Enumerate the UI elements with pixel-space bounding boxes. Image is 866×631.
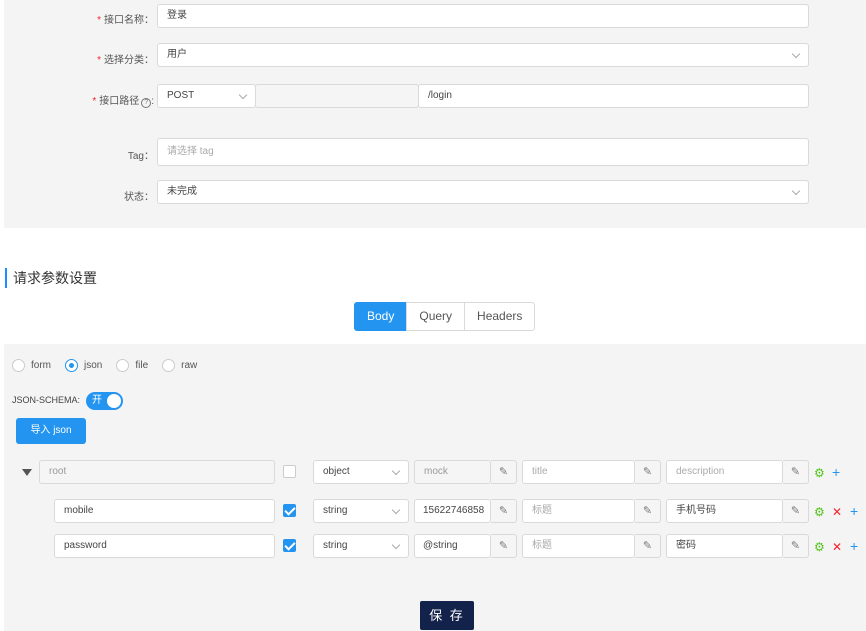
import-json-button[interactable]: 导入 json [16,418,86,444]
chevron-down-icon [791,49,801,59]
switch-knob [107,394,121,408]
title-input[interactable]: 标题 [522,534,635,558]
mock-input: mock [414,460,491,484]
radio-file[interactable] [116,359,130,372]
edit-icon[interactable]: ✎ [491,460,517,484]
radio-form[interactable] [12,359,25,372]
type-select[interactable]: object [313,460,409,484]
method-select[interactable]: POST [157,84,256,108]
tag-label: Tag： [127,151,154,162]
delete-icon[interactable]: ✕ [832,505,842,519]
edit-icon[interactable]: ✎ [635,460,661,484]
collapse-caret-icon[interactable] [22,469,32,476]
json-schema-switch[interactable]: 开 [86,392,123,410]
radio-json[interactable] [65,359,78,372]
mock-input[interactable]: @string [414,534,491,558]
tab-headers[interactable]: Headers [464,302,536,331]
radio-json-label: json [84,360,103,371]
radio-raw-label: raw [181,360,198,371]
edit-icon[interactable]: ✎ [783,534,809,558]
edit-icon[interactable]: ✎ [783,499,809,523]
edit-icon[interactable]: ✎ [635,534,661,558]
chevron-down-icon [391,505,401,515]
param-tabs: Body Query Headers [354,302,536,331]
json-schema-label: JSON-SCHEMA: [12,395,81,405]
field-name-input[interactable]: mobile [54,499,275,523]
category-label: * 选择分类： [97,55,154,66]
edit-icon[interactable]: ✎ [783,460,809,484]
add-icon[interactable]: + [850,504,858,518]
mock-input[interactable]: 15622746858 [414,499,491,523]
radio-form-label: form [31,360,51,371]
chevron-down-icon [791,186,801,196]
delete-icon[interactable]: ✕ [832,540,842,554]
required-checkbox[interactable] [283,539,296,552]
tag-select[interactable]: 请选择 tag [157,138,809,166]
question-circle-icon[interactable]: ? [141,98,152,108]
save-button[interactable]: 保 存 [420,601,474,630]
description-input[interactable]: 密码 [666,534,783,558]
field-name-input: root [39,460,275,484]
add-icon[interactable]: + [850,539,858,553]
edit-icon[interactable]: ✎ [491,534,517,558]
type-select[interactable]: string [313,499,409,523]
settings-icon[interactable]: ⚙ [814,466,825,480]
description-input[interactable]: 手机号码 [666,499,783,523]
title-input[interactable]: title [522,460,635,484]
edit-icon[interactable]: ✎ [635,499,661,523]
title-input[interactable]: 标题 [522,499,635,523]
chevron-down-icon [391,466,401,476]
required-checkbox[interactable] [283,504,296,517]
radio-file-label: file [135,360,149,371]
interface-name-input[interactable]: 登录 [157,4,809,28]
category-select[interactable]: 用户 [157,43,809,67]
add-icon[interactable]: + [832,465,840,479]
tab-body[interactable]: Body [354,302,408,331]
settings-icon[interactable]: ⚙ [814,540,825,554]
type-select[interactable]: string [313,534,409,558]
required-checkbox[interactable] [283,465,296,478]
edit-icon[interactable]: ✎ [491,499,517,523]
radio-raw[interactable] [162,359,176,372]
path-label: * 接口路径?: [92,96,154,108]
description-input[interactable]: description [666,460,783,484]
path-input[interactable]: /login [418,84,809,108]
body-type-radio-group: form json file raw [12,359,211,372]
path-prefix-input [255,84,419,108]
section-title: 请求参数设置 [5,268,97,288]
field-name-input[interactable]: password [54,534,275,558]
interface-name-label: * 接口名称： [97,15,154,26]
chevron-down-icon [238,90,248,100]
body-panel [4,344,866,631]
status-select[interactable]: 未完成 [157,180,809,204]
chevron-down-icon [391,540,401,550]
tab-query[interactable]: Query [406,302,466,331]
status-label: 状态： [124,192,154,203]
settings-icon[interactable]: ⚙ [814,505,825,519]
